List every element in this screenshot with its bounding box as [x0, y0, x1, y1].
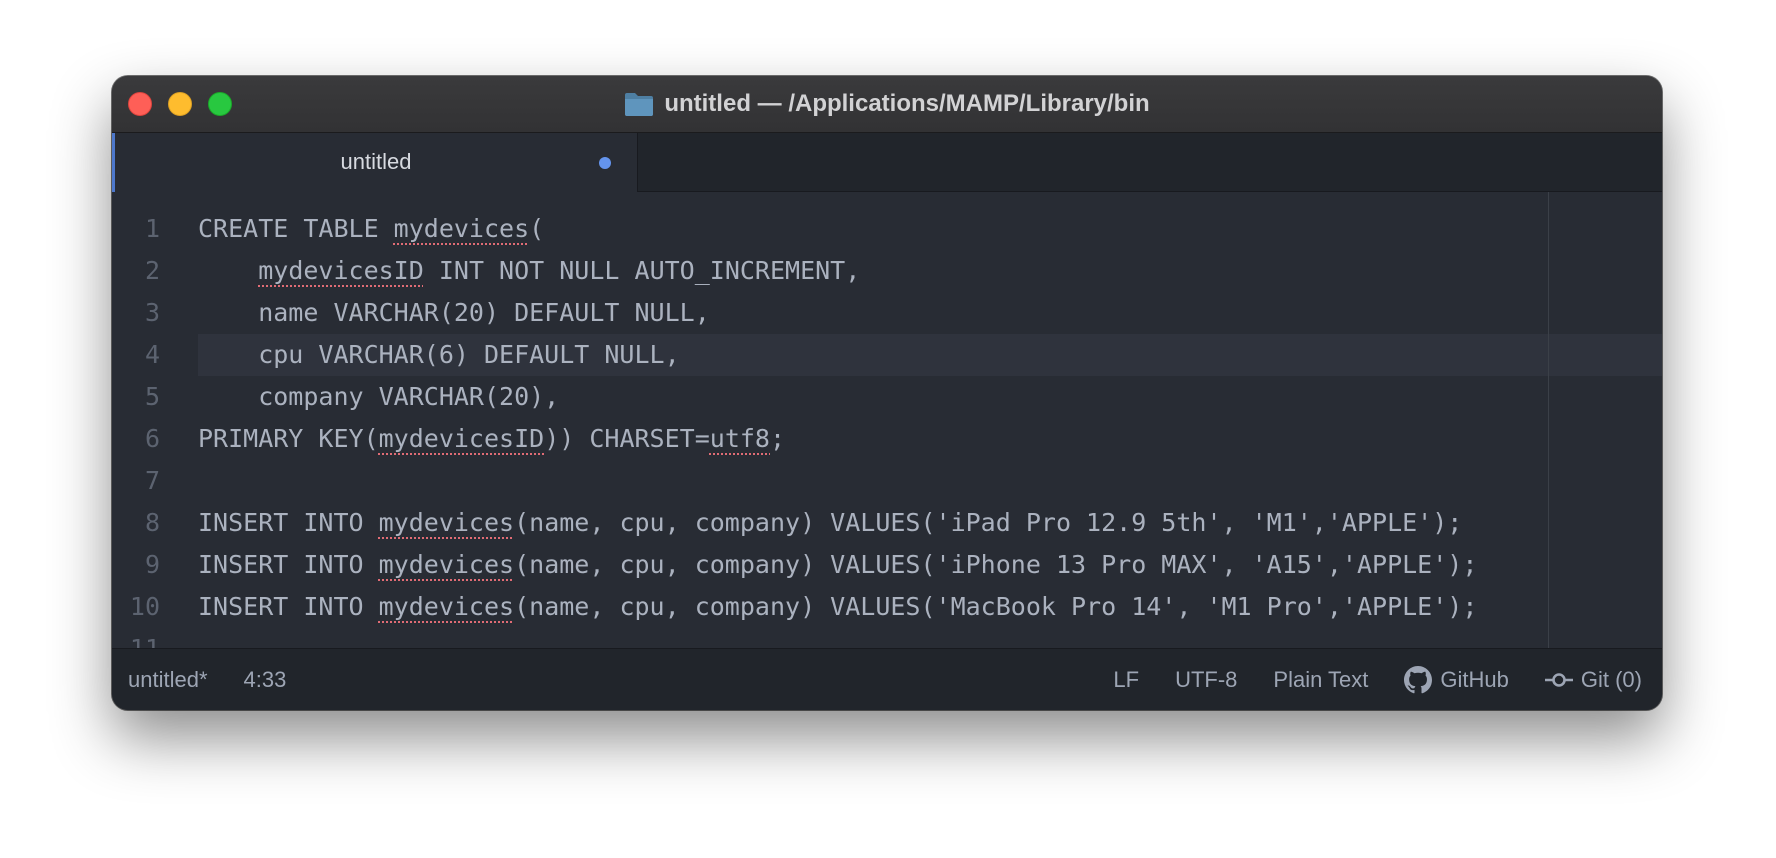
line-number-gutter[interactable]: 1234567891011 [112, 208, 172, 648]
github-label: GitHub [1440, 666, 1509, 692]
folder-icon [624, 91, 654, 117]
spelling-error-token: mydevicesID [378, 424, 545, 453]
file-name-status[interactable]: untitled* [128, 667, 208, 693]
code-token: ; [770, 424, 786, 453]
line-number[interactable]: 1 [112, 208, 172, 250]
spelling-error-token: mydevices [378, 508, 515, 537]
line-number[interactable]: 9 [112, 544, 172, 586]
code-line[interactable]: mydevicesID INT NOT NULL AUTO_INCREMENT, [198, 250, 1662, 292]
code-token: INSERT INTO [198, 592, 379, 621]
code-line[interactable] [198, 460, 1662, 502]
editor-window: untitled — /Applications/MAMP/Library/bi… [112, 76, 1662, 710]
code-line[interactable]: INSERT INTO mydevices(name, cpu, company… [198, 502, 1662, 544]
title-bar[interactable]: untitled — /Applications/MAMP/Library/bi… [112, 76, 1662, 133]
code-token: INSERT INTO [198, 508, 379, 537]
status-bar: untitled* 4:33 LF UTF-8 Plain Text GitHu… [112, 648, 1662, 710]
line-number[interactable]: 3 [112, 292, 172, 334]
code-line[interactable]: cpu VARCHAR(6) DEFAULT NULL, [198, 334, 1662, 376]
spelling-error-token: mydevices [393, 214, 530, 243]
line-number[interactable]: 6 [112, 418, 172, 460]
code-token: (name, cpu, company) VALUES('iPad Pro 12… [514, 508, 1463, 537]
code-token: ( [529, 214, 545, 243]
line-number[interactable]: 7 [112, 460, 172, 502]
line-number[interactable]: 11 [112, 628, 172, 648]
spelling-error-token: mydevices [378, 550, 515, 579]
line-number[interactable]: 8 [112, 502, 172, 544]
wrap-guide [1548, 192, 1549, 648]
code-line[interactable]: PRIMARY KEY(mydevicesID)) CHARSET=utf8; [198, 418, 1662, 460]
code-line[interactable]: INSERT INTO mydevices(name, cpu, company… [198, 586, 1662, 628]
spelling-error-token: utf8 [709, 424, 770, 453]
spelling-error-token: mydevicesID [258, 256, 424, 285]
encoding-status[interactable]: UTF-8 [1175, 667, 1237, 693]
code-area[interactable]: CREATE TABLE mydevices( mydevicesID INT … [198, 208, 1662, 648]
code-token: CREATE TABLE [198, 214, 394, 243]
git-label: Git (0) [1580, 666, 1642, 692]
line-number[interactable]: 5 [112, 376, 172, 418]
code-line[interactable]: name VARCHAR(20) DEFAULT NULL, [198, 292, 1662, 334]
code-line[interactable] [198, 628, 1662, 648]
window-title: untitled — /Applications/MAMP/Library/bi… [112, 76, 1662, 132]
cursor-position-status[interactable]: 4:33 [244, 667, 287, 693]
code-token: (name, cpu, company) VALUES('iPhone 13 P… [514, 550, 1478, 579]
modified-indicator[interactable] [599, 157, 611, 169]
code-token: INSERT INTO [198, 550, 379, 579]
github-button[interactable]: GitHub [1404, 665, 1509, 694]
code-token: company VARCHAR(20), [198, 382, 560, 411]
line-ending-status[interactable]: LF [1113, 667, 1139, 693]
code-line[interactable]: INSERT INTO mydevices(name, cpu, company… [198, 544, 1662, 586]
line-number[interactable]: 4 [112, 334, 172, 376]
github-icon [1404, 665, 1433, 694]
spelling-error-token: mydevices [378, 592, 515, 621]
tab-label: untitled [340, 149, 412, 174]
code-token: cpu VARCHAR(6) DEFAULT NULL, [198, 340, 680, 369]
tab-untitled[interactable]: untitled [112, 133, 638, 192]
git-button[interactable]: Git (0) [1544, 666, 1642, 693]
git-commit-icon [1544, 670, 1573, 690]
code-token: (name, cpu, company) VALUES('MacBook Pro… [514, 592, 1478, 621]
window-title-text: untitled — /Applications/MAMP/Library/bi… [664, 90, 1150, 117]
code-line[interactable]: company VARCHAR(20), [198, 376, 1662, 418]
code-token: INT NOT NULL AUTO_INCREMENT, [423, 256, 861, 285]
grammar-status[interactable]: Plain Text [1273, 667, 1368, 693]
line-number[interactable]: 2 [112, 250, 172, 292]
line-number[interactable]: 10 [112, 586, 172, 628]
code-editor[interactable]: 1234567891011 CREATE TABLE mydevices( my… [112, 192, 1662, 648]
tab-bar: untitled [112, 133, 1662, 192]
code-token: )) CHARSET= [544, 424, 710, 453]
code-token: name VARCHAR(20) DEFAULT NULL, [198, 298, 710, 327]
code-token: PRIMARY KEY( [198, 424, 379, 453]
code-line[interactable]: CREATE TABLE mydevices( [198, 208, 1662, 250]
